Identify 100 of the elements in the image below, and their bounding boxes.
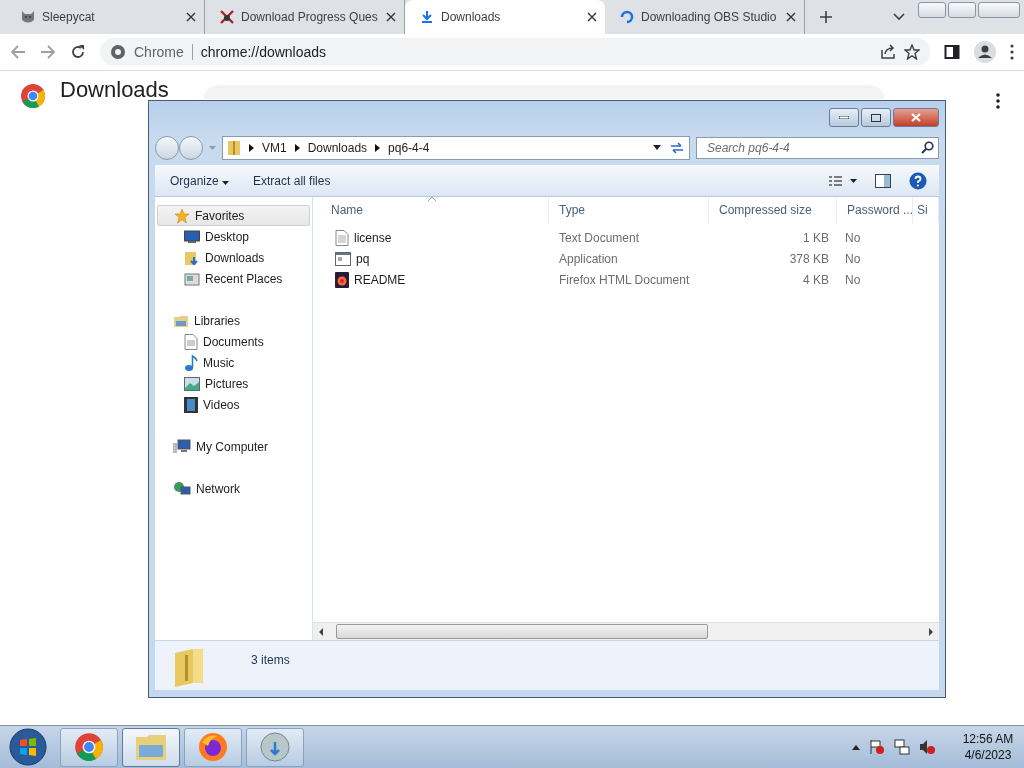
- taskbar-button[interactable]: [122, 727, 180, 767]
- table-cell-text: No: [844, 272, 862, 287]
- table-cell-text: Application: [558, 251, 619, 266]
- navigation-item[interactable]: Documents: [155, 331, 312, 352]
- breadcrumb-arrow-icon[interactable]: [375, 143, 381, 152]
- site-label: Chrome: [134, 44, 193, 60]
- preview-pane-icon[interactable]: [875, 173, 891, 188]
- column-header[interactable]: Si: [913, 197, 939, 223]
- folder-icon: [227, 139, 241, 156]
- help-icon[interactable]: [909, 171, 927, 190]
- spinner-icon: [619, 9, 635, 25]
- crossed-swords-icon: [219, 9, 235, 25]
- back-arrow-icon[interactable]: [10, 44, 26, 60]
- search-field[interactable]: [204, 85, 884, 99]
- chevron-down-icon[interactable]: [893, 13, 905, 21]
- navigation-item[interactable]: Pictures: [155, 373, 312, 394]
- status-text: 3 items: [251, 653, 290, 667]
- breadcrumb-item[interactable]: pq6-4-4: [388, 140, 430, 155]
- table-cell-text: No: [844, 230, 862, 245]
- star-outline-icon[interactable]: [904, 44, 920, 60]
- navigation-item[interactable]: Videos: [155, 394, 312, 415]
- maximize-icon: [871, 113, 881, 122]
- profile-avatar-icon[interactable]: [974, 41, 996, 63]
- close-icon[interactable]: [186, 12, 196, 22]
- chrome-logo-icon: [20, 83, 46, 109]
- navigation-item[interactable]: Desktop: [155, 226, 312, 247]
- plus-icon: [819, 10, 833, 24]
- forward-arrow-icon[interactable]: [40, 44, 56, 60]
- landscape-photo-icon: [184, 376, 200, 391]
- file-name[interactable]: license: [321, 229, 549, 246]
- chrome-logo-icon: [74, 732, 104, 762]
- menu-icon[interactable]: [1010, 44, 1014, 60]
- scroll-right-icon[interactable]: [927, 627, 935, 636]
- side-panel-icon[interactable]: [944, 44, 960, 60]
- text-file-icon: [335, 229, 349, 246]
- browser-tab[interactable]: Downloading OBS Studio: [605, 0, 805, 34]
- speaker-muted-icon[interactable]: [919, 739, 935, 755]
- url-text: chrome://downloads: [200, 44, 327, 60]
- folder-arrow-icon: [184, 249, 200, 266]
- minimize-button[interactable]: [829, 108, 859, 127]
- column-header[interactable]: Password ...: [837, 197, 913, 223]
- maximize-button[interactable]: [861, 108, 891, 127]
- taskbar-button[interactable]: [246, 727, 304, 767]
- column-header[interactable]: Type: [549, 197, 709, 223]
- recent-places-icon: [184, 270, 200, 287]
- file-name[interactable]: README: [321, 271, 549, 288]
- breadcrumb-arrow-icon[interactable]: [249, 143, 254, 152]
- reload-icon[interactable]: [70, 44, 86, 60]
- application-window-icon: [335, 251, 351, 266]
- close-icon[interactable]: [786, 12, 796, 22]
- navigation-item[interactable]: Libraries: [155, 310, 312, 331]
- close-icon[interactable]: [386, 12, 396, 22]
- taskbar-button[interactable]: [184, 727, 242, 767]
- scrollbar-thumb[interactable]: [336, 624, 708, 639]
- navigation-item[interactable]: Downloads: [155, 247, 312, 268]
- close-icon[interactable]: [587, 12, 597, 22]
- start-orb-icon[interactable]: [6, 728, 50, 766]
- search-box[interactable]: Search pq6-4-4: [696, 136, 939, 159]
- address-bar[interactable]: Chrome chrome://downloads: [100, 38, 930, 66]
- column-header[interactable]: Name: [321, 197, 549, 223]
- browser-tab[interactable]: Sleepycat: [0, 0, 205, 34]
- address-bar[interactable]: VM1 Downloads pq6-4-4: [222, 135, 690, 160]
- navigation-item[interactable]: Favorites: [157, 205, 310, 226]
- table-cell-text: No: [844, 251, 862, 266]
- network-globe-icon: [173, 480, 191, 497]
- caret-up-icon[interactable]: [852, 744, 860, 750]
- flag-error-icon[interactable]: [869, 739, 885, 755]
- clock-time[interactable]: 12:56 AM: [962, 731, 1014, 747]
- table-cell-text: Firefox HTML Document: [558, 272, 691, 287]
- restore-button[interactable]: [948, 2, 976, 18]
- taskbar-button[interactable]: [60, 727, 118, 767]
- network-icon[interactable]: [894, 739, 910, 755]
- caret-icon[interactable]: [653, 145, 661, 150]
- breadcrumb-arrow-icon[interactable]: [294, 143, 300, 152]
- installer-disc-icon: [260, 732, 290, 762]
- close-button[interactable]: [893, 108, 939, 127]
- clock-date[interactable]: 4/6/2023: [964, 747, 1012, 763]
- navigation-item[interactable]: My Computer: [155, 436, 312, 457]
- column-header[interactable]: Compressed size: [709, 197, 837, 223]
- minimize-button[interactable]: [918, 2, 946, 18]
- share-icon[interactable]: [880, 44, 896, 60]
- refresh-icon[interactable]: [669, 140, 685, 155]
- close-button[interactable]: [978, 2, 1020, 18]
- navigation-item[interactable]: Recent Places: [155, 268, 312, 289]
- breadcrumb-item[interactable]: Downloads: [307, 140, 368, 155]
- table-cell-text: Text Document: [558, 230, 641, 245]
- scroll-left-icon[interactable]: [317, 627, 325, 636]
- view-options-icon[interactable]: [829, 175, 857, 186]
- table-cell-text: 378 KB: [788, 251, 830, 266]
- caret-icon: [222, 180, 230, 185]
- file-name[interactable]: pq: [321, 251, 549, 266]
- navigation-item[interactable]: Music: [155, 352, 312, 373]
- toolbar-button[interactable]: Organize: [161, 169, 239, 192]
- search-icon[interactable]: [921, 141, 934, 154]
- menu-icon[interactable]: [996, 93, 1000, 109]
- download-icon: [420, 10, 434, 24]
- toolbar-button[interactable]: Extract all files: [244, 169, 340, 192]
- navigation-item[interactable]: Network: [155, 478, 312, 499]
- browser-tab[interactable]: Downloads: [405, 0, 605, 34]
- breadcrumb-item[interactable]: VM1: [262, 140, 287, 155]
